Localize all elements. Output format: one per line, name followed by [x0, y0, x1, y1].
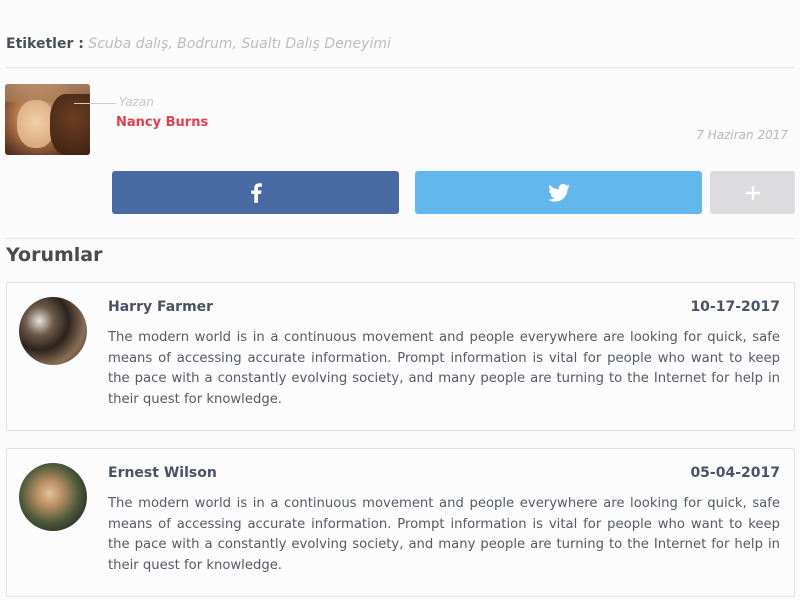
- author-name[interactable]: Nancy Burns: [116, 115, 208, 130]
- author-role: Yazan: [119, 95, 154, 109]
- commenter-name[interactable]: Ernest Wilson: [108, 465, 217, 481]
- comment-date: 05-04-2017: [690, 465, 780, 481]
- facebook-icon: [250, 182, 262, 203]
- author-photo[interactable]: [5, 84, 90, 155]
- tags-label: Etiketler :: [6, 36, 84, 52]
- commenter-avatar[interactable]: [19, 297, 87, 365]
- comment-text: The modern world is in a continuous move…: [108, 496, 780, 573]
- comment-card: Ernest Wilson 05-04-2017 The modern worl…: [6, 448, 795, 597]
- comment-text: The modern world is in a continuous move…: [108, 330, 780, 407]
- comments-title: Yorumlar: [6, 244, 103, 266]
- author-connector-line: [74, 103, 116, 104]
- twitter-icon: [547, 183, 570, 202]
- tags-row: Etiketler : Scuba dalış, Bodrum, Sualtı …: [6, 36, 391, 52]
- comment-card: Harry Farmer 10-17-2017 The modern world…: [6, 282, 795, 431]
- divider: [5, 238, 795, 239]
- share-twitter-button[interactable]: [415, 171, 702, 214]
- comment-date: 10-17-2017: [690, 299, 780, 315]
- commenter-name[interactable]: Harry Farmer: [108, 299, 213, 315]
- plus-icon: [745, 185, 760, 200]
- post-date: 7 Haziran 2017: [696, 128, 788, 142]
- divider: [5, 67, 795, 68]
- share-more-button[interactable]: [710, 171, 795, 214]
- commenter-avatar[interactable]: [19, 463, 87, 531]
- tags-value[interactable]: Scuba dalış, Bodrum, Sualtı Dalış Deneyi…: [88, 36, 391, 52]
- share-facebook-button[interactable]: [112, 171, 399, 214]
